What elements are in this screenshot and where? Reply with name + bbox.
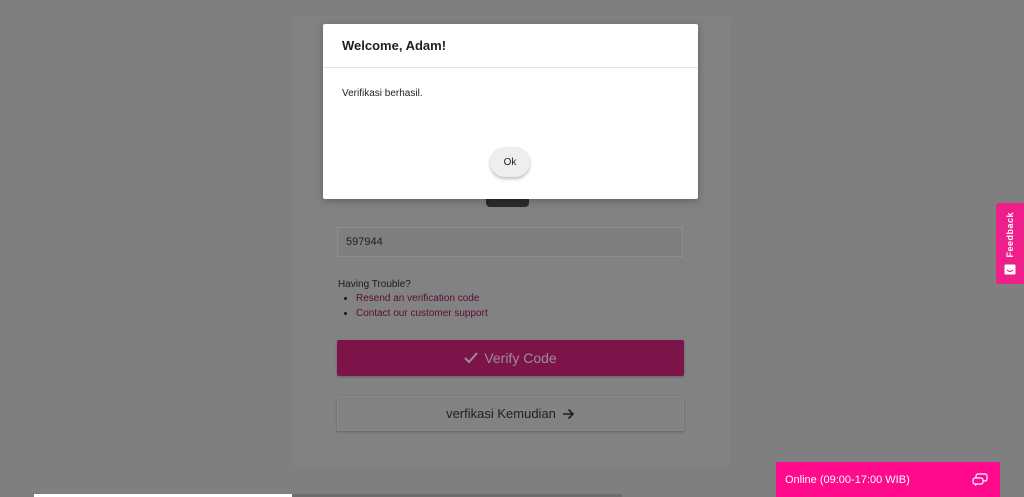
dialog-message: Verifikasi berhasil. [342, 88, 423, 99]
list-item: Resend an verification code [356, 293, 488, 304]
live-chat-bar[interactable]: Online (09:00-17:00 WIB) [776, 462, 1000, 497]
check-icon [464, 352, 479, 364]
verify-code-button[interactable]: Verify Code [337, 340, 684, 376]
smiley-icon [1004, 264, 1016, 275]
verify-later-button[interactable]: verfikasi Kemudian [337, 396, 684, 431]
ok-button[interactable]: Ok [490, 147, 530, 177]
verify-later-label: verfikasi Kemudian [446, 406, 556, 421]
feedback-label: Feedback [1005, 212, 1015, 258]
feedback-tab[interactable]: Feedback [996, 203, 1024, 284]
resend-code-link[interactable]: Resend an verification code [356, 293, 479, 304]
list-item: Contact our customer support [356, 308, 488, 319]
chat-status-label: Online (09:00-17:00 WIB) [785, 473, 910, 486]
chat-bubbles-icon [972, 472, 988, 486]
trouble-heading: Having Trouble? [338, 279, 411, 290]
verification-code-input[interactable]: 597944 [337, 227, 683, 257]
help-links-list: Resend an verification code Contact our … [338, 293, 488, 319]
dialog-title: Welcome, Adam! [323, 24, 698, 68]
arrow-right-icon [562, 408, 575, 419]
verify-code-label: Verify Code [484, 350, 557, 366]
welcome-dialog: Welcome, Adam! Verifikasi berhasil. Ok [323, 24, 698, 199]
contact-support-link[interactable]: Contact our customer support [356, 308, 488, 319]
trouble-section: Having Trouble? Resend an verification c… [338, 279, 488, 323]
